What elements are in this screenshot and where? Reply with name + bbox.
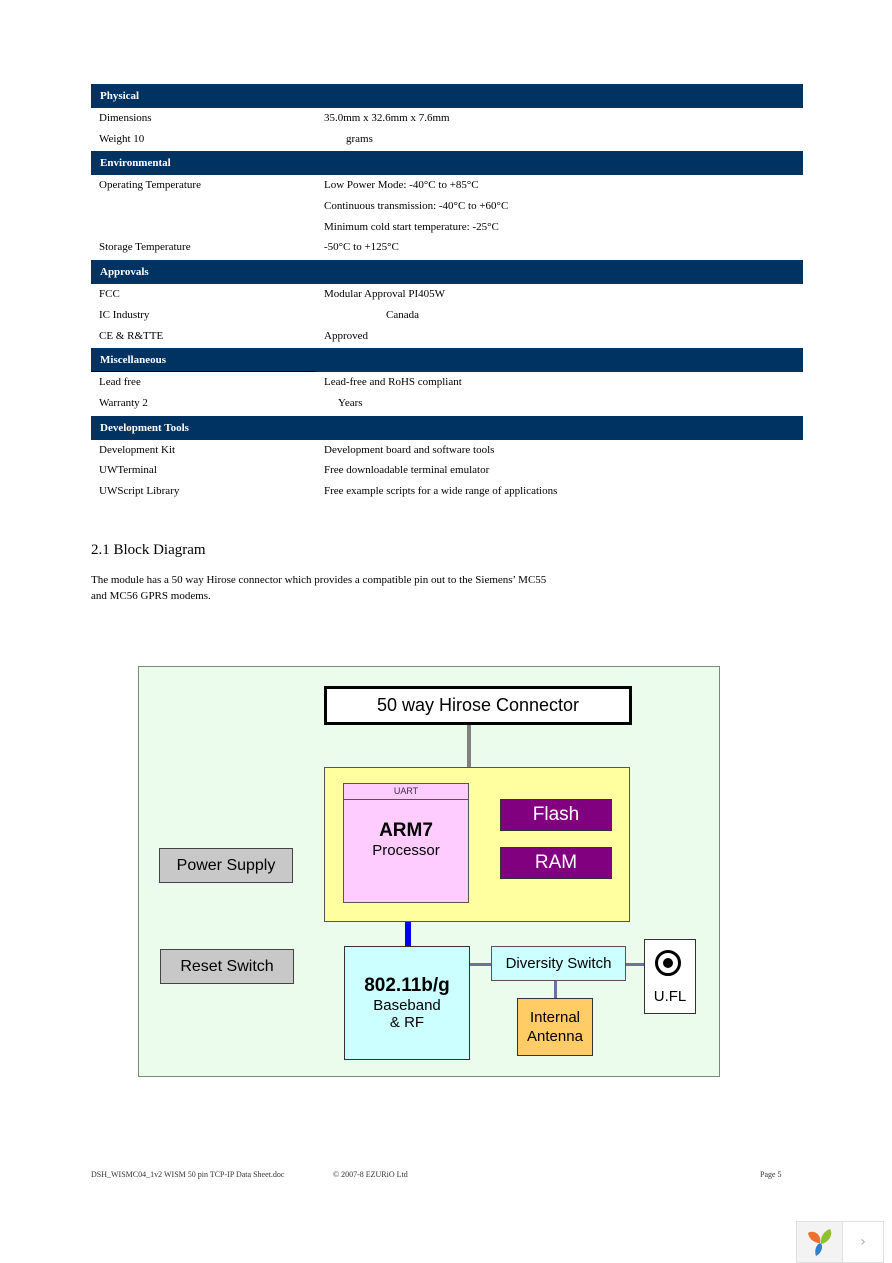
table-row: Dimensions 35.0mm x 32.6mm x 7.6mm: [91, 108, 803, 129]
arm7-subtitle: Processor: [372, 842, 440, 859]
baseband-subtitle: & RF: [389, 1014, 425, 1031]
body-paragraph: The module has a 50 way Hirose connector…: [91, 572, 611, 604]
table-row: Lead free Lead-free and RoHS compliant: [91, 372, 803, 393]
arm7-processor-block: UART ARM7 Processor: [343, 783, 469, 903]
diversity-switch-block: Diversity Switch: [491, 946, 626, 981]
row-value: Lead-free and RoHS compliant: [324, 376, 462, 389]
row-value: Low Power Mode: -40°C to +85°C: [324, 179, 479, 192]
row-value: grams: [346, 132, 373, 145]
connector-line-div-ant: [554, 980, 557, 998]
section-header-miscellaneous: Miscellaneous: [91, 348, 803, 373]
table-row: IC Industry Canada: [91, 305, 803, 326]
ufl-label: U.FL: [653, 988, 687, 1005]
row-key: UWTerminal: [99, 464, 157, 477]
uart-label: UART: [344, 784, 468, 800]
connector-line-bb-div: [470, 963, 492, 966]
chevron-right-icon: ›: [860, 1234, 866, 1250]
section-header-development-tools: Development Tools: [91, 415, 803, 440]
footer-page-number: Page 5: [760, 1170, 782, 1179]
block-label: 50 way Hirose Connector: [376, 695, 580, 715]
antenna-label: Antenna: [527, 1028, 583, 1045]
antenna-label: Internal: [529, 1009, 581, 1026]
next-page-button[interactable]: ›: [843, 1222, 883, 1262]
row-key: Lead free: [99, 376, 141, 389]
table-row: FCC Modular Approval PI405W: [91, 284, 803, 305]
ufl-jack-icon: [655, 950, 681, 976]
row-value: Approved: [324, 329, 368, 342]
hirose-connector-block: 50 way Hirose Connector: [324, 686, 632, 725]
table-row: Warranty 2 Years: [91, 393, 803, 414]
ram-block: RAM: [500, 847, 612, 879]
table-row: Continuous transmission: -40°C to +60°C: [91, 196, 803, 217]
row-value: Canada: [386, 308, 419, 321]
section-header-physical: Physical: [91, 84, 803, 108]
row-key: Storage Temperature: [99, 241, 191, 254]
arm7-title: ARM7: [379, 820, 433, 841]
row-value: Free downloadable terminal emulator: [324, 464, 490, 477]
row-key: Warranty 2: [99, 396, 148, 409]
row-value: Years: [338, 396, 363, 409]
section-heading: 2.1 Block Diagram: [91, 542, 206, 558]
connector-line-gray: [467, 725, 471, 767]
row-value: Development board and software tools: [324, 443, 495, 456]
table-row: Development Kit Development board and so…: [91, 440, 803, 461]
row-key: IC Industry: [99, 308, 150, 321]
paragraph-line: and MC56 GPRS modems.: [91, 590, 211, 602]
block-label: RAM: [534, 852, 578, 873]
paragraph-line: The module has a 50 way Hirose connector…: [91, 574, 547, 586]
section-header-environmental: Environmental: [91, 151, 803, 176]
row-key: Dimensions: [99, 112, 152, 124]
footer-copyright: © 2007-8 EZURiO Ltd: [333, 1170, 408, 1179]
block-label: Flash: [532, 804, 580, 825]
row-key: FCC: [99, 288, 120, 301]
divider: [91, 371, 316, 372]
section-header-approvals: Approvals: [91, 260, 803, 285]
block-diagram: 50 way Hirose Connector UART ARM7 Proces…: [138, 666, 720, 1077]
viewer-logo-icon[interactable]: [797, 1222, 843, 1262]
table-row: UWScript Library Free example scripts fo…: [91, 481, 803, 502]
row-value: Minimum cold start temperature: -25°C: [324, 220, 499, 233]
flash-block: Flash: [500, 799, 612, 831]
table-row: Minimum cold start temperature: -25°C: [91, 217, 803, 238]
table-row: Storage Temperature -50°C to +125°C: [91, 237, 803, 258]
baseband-title: 802.11b/g: [364, 975, 450, 996]
row-value: Free example scripts for a wide range of…: [324, 484, 558, 497]
baseband-subtitle: Baseband: [373, 997, 441, 1014]
table-row: CE & R&TTE Approved: [91, 326, 803, 347]
row-key: Development Kit: [99, 443, 176, 456]
block-label: Reset Switch: [180, 957, 274, 975]
ufl-connector-block: U.FL: [644, 939, 696, 1014]
table-row: Weight 10 grams: [91, 129, 803, 150]
row-key: Weight 10: [99, 132, 145, 145]
row-key: CE & R&TTE: [99, 329, 164, 342]
footer-doc-name: DSH_WISMC04_1v2 WISM 50 pin TCP-IP Data …: [91, 1170, 285, 1179]
table-row: Operating Temperature Low Power Mode: -4…: [91, 175, 803, 196]
row-value: -50°C to +125°C: [324, 241, 399, 254]
power-supply-block: Power Supply: [159, 848, 293, 883]
row-value: Modular Approval PI405W: [324, 288, 445, 301]
block-label: Power Supply: [176, 856, 276, 874]
row-key: UWScript Library: [99, 484, 180, 497]
table-row: UWTerminal Free downloadable terminal em…: [91, 460, 803, 481]
reset-switch-block: Reset Switch: [160, 949, 294, 984]
viewer-nav-widget: ›: [796, 1221, 884, 1263]
row-value: 35.0mm x 32.6mm x 7.6mm: [324, 112, 450, 124]
row-key: Operating Temperature: [99, 179, 201, 192]
spec-table: Physical Dimensions 35.0mm x 32.6mm x 7.…: [91, 84, 803, 502]
block-label: Diversity Switch: [505, 955, 612, 972]
internal-antenna-block: Internal Antenna: [517, 998, 593, 1056]
row-value: Continuous transmission: -40°C to +60°C: [324, 200, 509, 213]
baseband-rf-block: 802.11b/g Baseband & RF: [344, 946, 470, 1060]
